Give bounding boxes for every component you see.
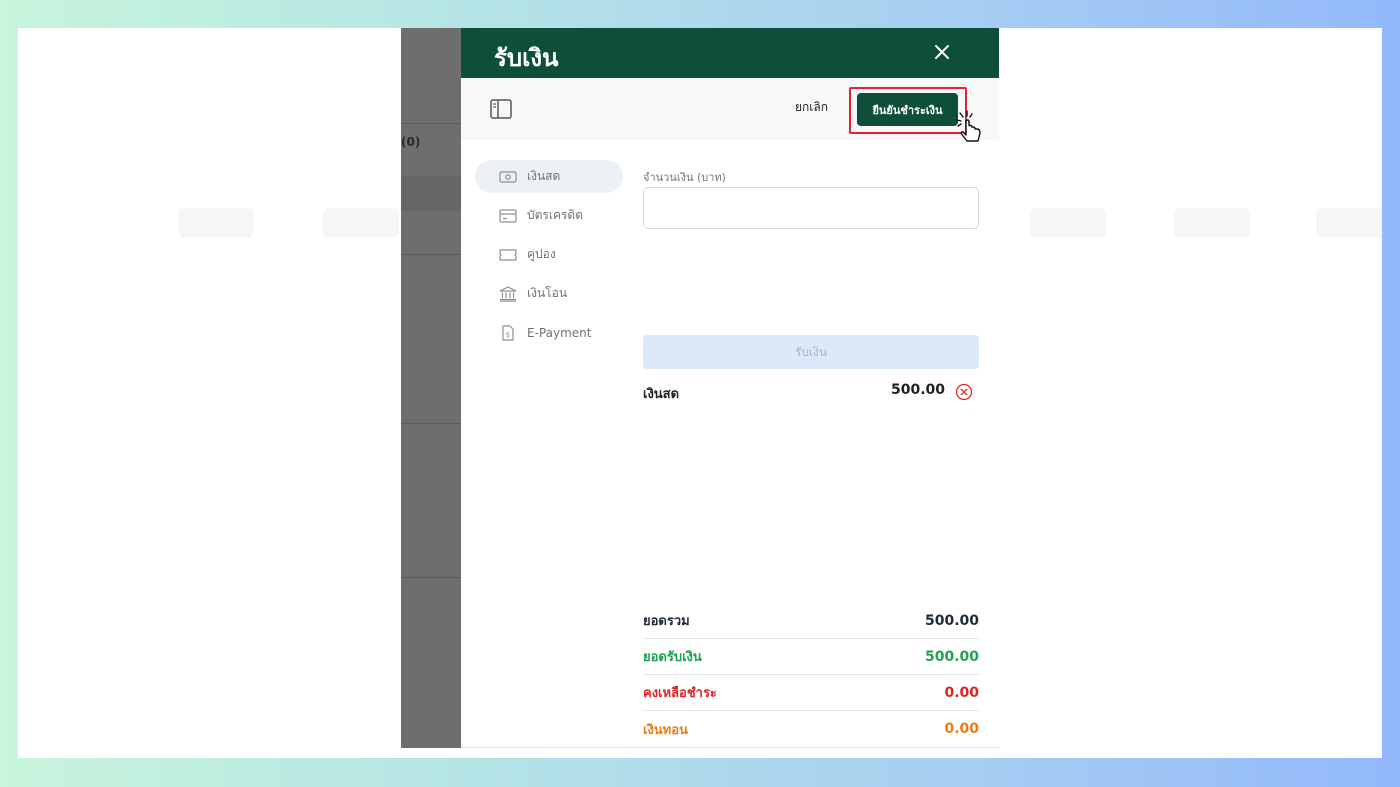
summary-total-value: 500.00 [924, 612, 979, 629]
backdrop-divider [401, 254, 461, 255]
sidebar-panel-icon[interactable] [490, 99, 512, 119]
drawer-toolbar: ยกเลิก ยืนยันชำระเงิน [461, 78, 999, 142]
backdrop-divider [401, 423, 461, 424]
drawer-title: รับเงิน [494, 44, 559, 72]
summary-received-value: 500.00 [924, 648, 979, 665]
summary-change-label: เงินทอน [643, 722, 688, 738]
amount-form: จำนวนเงิน (บาท) [643, 168, 979, 229]
amount-input[interactable] [643, 187, 979, 229]
close-icon[interactable] [929, 39, 955, 65]
method-bank-transfer[interactable]: เงินโอน [475, 277, 623, 310]
method-label: บัตรเครดิต [527, 208, 584, 222]
backdrop-divider [401, 577, 461, 578]
method-label: E-Payment [527, 325, 592, 340]
payment-entry-method: เงินสด [643, 387, 680, 402]
method-cash[interactable]: เงินสด [475, 160, 623, 193]
summary-remaining-label: คงเหลือชำระ [643, 686, 717, 701]
summary-total-row: ยอดรวม 500.00 [643, 603, 979, 639]
bank-icon [499, 285, 517, 302]
coupon-icon [499, 248, 517, 261]
summary-total-label: ยอดรวม [643, 614, 690, 629]
payment-summary: ยอดรวม 500.00 ยอดรับเงิน 500.00 คงเหลือช… [643, 603, 979, 747]
background-placeholder [1174, 208, 1250, 238]
credit-card-icon [499, 208, 517, 223]
method-credit-card[interactable]: บัตรเครดิต [475, 199, 623, 232]
background-placeholder [1030, 208, 1106, 238]
e-payment-icon: $ [502, 324, 514, 341]
background-placeholder [178, 208, 254, 238]
summary-change-value: 0.00 [944, 721, 979, 737]
backdrop-band [401, 176, 461, 211]
method-e-payment[interactable]: $ E-Payment [475, 316, 623, 349]
method-label: เงินสด [527, 169, 561, 183]
screenshot-frame: (0) รับเงิน ยกเลิก ยืนยันชำระเงิน เงินสด… [18, 28, 1382, 758]
drawer-bottom-divider [461, 747, 999, 748]
method-label: เงินโอน [527, 286, 568, 300]
modal-backdrop[interactable]: (0) [401, 28, 461, 748]
remove-payment-icon[interactable] [955, 383, 973, 401]
confirm-payment-button[interactable]: ยืนยันชำระเงิน [857, 93, 958, 126]
receive-money-button[interactable]: รับเงิน [643, 335, 979, 369]
summary-remaining-value: 0.00 [944, 684, 979, 701]
backdrop-divider [401, 123, 461, 124]
summary-received-label: ยอดรับเงิน [643, 650, 702, 665]
summary-received-row: ยอดรับเงิน 500.00 [643, 639, 979, 675]
amount-label: จำนวนเงิน (บาท) [643, 171, 726, 184]
background-placeholder [323, 208, 399, 238]
svg-text:$: $ [506, 331, 510, 339]
background-placeholder [1316, 208, 1382, 238]
drawer-header: รับเงิน [461, 28, 999, 78]
payment-method-list: เงินสด บัตรเครดิต คูปอง เงินโอน $ E-Paym… [475, 160, 623, 355]
summary-change-row: เงินทอน 0.00 [643, 711, 979, 747]
backdrop-count-text: (0) [401, 135, 421, 149]
payment-entry-amount: 500.00 [890, 382, 945, 398]
method-label: คูปอง [527, 247, 556, 261]
cash-icon [499, 170, 517, 183]
summary-remaining-row: คงเหลือชำระ 0.00 [643, 675, 979, 711]
hand-cursor-icon [956, 110, 981, 142]
payment-entry-row: เงินสด 500.00 [643, 381, 979, 403]
method-coupon[interactable]: คูปอง [475, 238, 623, 271]
cancel-button[interactable]: ยกเลิก [795, 98, 828, 117]
receive-payment-drawer: รับเงิน ยกเลิก ยืนยันชำระเงิน เงินสด บัต… [461, 28, 999, 748]
